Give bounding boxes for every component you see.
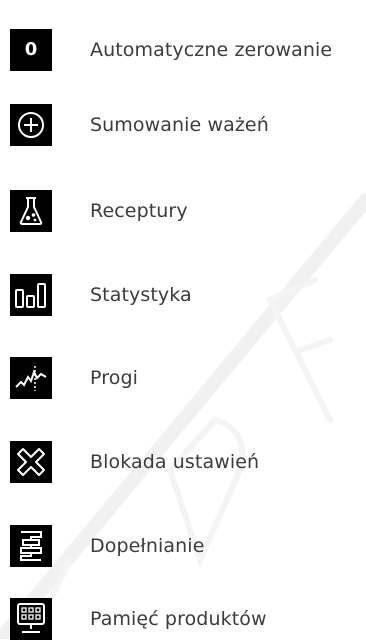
filling-icon (10, 525, 52, 567)
menu-item-label: Dopełnianie (90, 534, 205, 557)
menu-item-recipes[interactable]: Receptury (10, 190, 366, 232)
cross-block-icon (10, 441, 52, 483)
menu-item-label: Automatyczne zerowanie (90, 38, 333, 61)
menu-item-product-memory[interactable]: Pamięć produktów (10, 598, 366, 640)
menu-item-label: Pamięć produktów (90, 607, 267, 630)
menu-item-weighing-sum[interactable]: Sumowanie ważeń (10, 104, 366, 146)
menu-item-settings-lock[interactable]: Blokada ustawień (10, 441, 366, 483)
bar-chart-icon (10, 274, 52, 316)
feature-list: 0 Automatyczne zerowanie Sumowanie ważeń… (0, 0, 366, 640)
menu-item-label: Receptury (90, 199, 188, 222)
flask-icon (10, 190, 52, 232)
menu-item-filling[interactable]: Dopełnianie (10, 525, 366, 567)
menu-item-label: Statystyka (90, 283, 192, 306)
menu-item-label: Blokada ustawień (90, 450, 260, 473)
menu-item-auto-zero[interactable]: 0 Automatyczne zerowanie (10, 29, 366, 71)
menu-item-thresholds[interactable]: Progi (10, 357, 366, 399)
zero-icon: 0 (10, 29, 52, 71)
menu-item-label: Progi (90, 366, 138, 389)
product-memory-icon (10, 598, 52, 640)
menu-item-label: Sumowanie ważeń (90, 113, 269, 136)
plus-circle-icon (10, 104, 52, 146)
menu-item-statistics[interactable]: Statystyka (10, 274, 366, 316)
threshold-icon (10, 357, 52, 399)
